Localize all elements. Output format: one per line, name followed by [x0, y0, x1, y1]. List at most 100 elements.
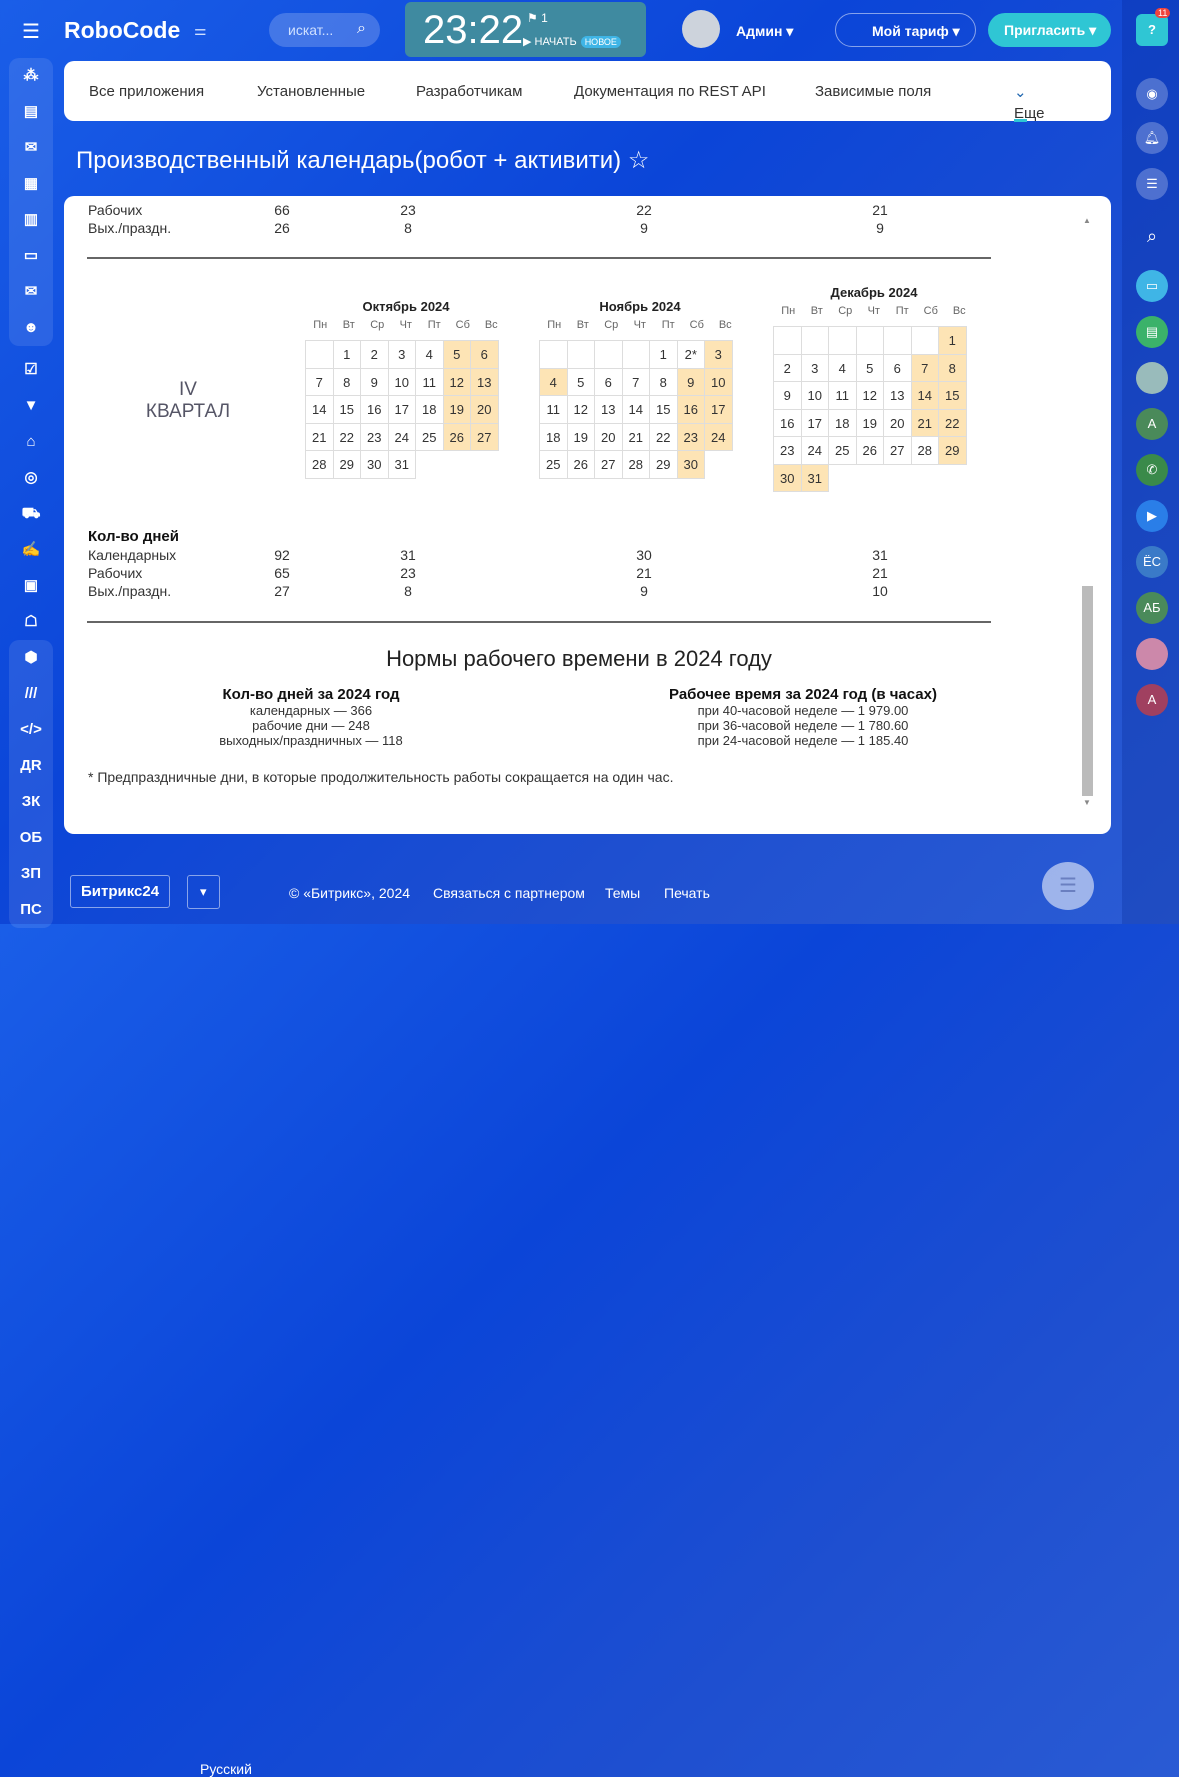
target-icon[interactable]: ◎	[9, 460, 53, 496]
user-avatar-ab[interactable]: АБ	[1136, 592, 1168, 624]
day-off-cell: 29	[938, 436, 967, 465]
norms-hours-title: Рабочее время за 2024 год (в часах)	[669, 686, 937, 703]
tab-more[interactable]: Еще ⌄	[1014, 83, 1045, 122]
invite-button[interactable]: Пригласить ▾	[988, 13, 1111, 47]
month-title: Ноябрь 2024	[599, 299, 681, 314]
workday-cell: 1	[649, 340, 678, 369]
workday-cell: 18	[415, 395, 444, 424]
scrollbar[interactable]: ▲ ▼	[1080, 216, 1094, 807]
empty-cell	[594, 340, 623, 369]
user-avatar-a[interactable]: А	[1136, 408, 1168, 440]
tariff-label: Мой тариф	[872, 23, 949, 39]
weekday-label: Вс	[484, 319, 498, 331]
logo[interactable]: RoboCode	[64, 17, 180, 44]
code-icon[interactable]: </>	[9, 712, 53, 748]
partner-link[interactable]: Связаться с партнером	[433, 885, 585, 901]
market-icon[interactable]: ///	[9, 676, 53, 712]
user-menu[interactable]: Админ ▾	[736, 23, 793, 40]
workday-cell: 3	[387, 340, 416, 369]
app-zk[interactable]: ЗК	[9, 784, 53, 820]
tasks-icon[interactable]: ☑	[9, 352, 53, 388]
scroll-up-icon[interactable]: ▲	[1083, 216, 1091, 225]
weekday-label: Пт	[895, 305, 909, 317]
app-ob[interactable]: ОБ	[9, 820, 53, 856]
notes-icon[interactable]: ▤	[1136, 316, 1168, 348]
day-off-cell: 19	[442, 395, 471, 424]
chat-icon[interactable]: ✉	[9, 130, 53, 166]
workday-cell: 18	[828, 408, 857, 437]
avatar[interactable]	[682, 10, 720, 48]
day-off-cell: 26	[442, 422, 471, 451]
workday-cell: 11	[828, 381, 857, 410]
workday-cell: 25	[539, 450, 568, 479]
workday-cell: 19	[566, 422, 595, 451]
norms-line: календарных — 366	[249, 703, 373, 718]
week-row: 28 29 30 31	[305, 450, 506, 479]
day-off-cell: 13	[470, 367, 499, 396]
tab-dependent-fields[interactable]: Зависимые поля	[815, 83, 931, 100]
docs-icon[interactable]: ▥	[9, 202, 53, 238]
empty-cell	[566, 340, 595, 369]
scroll-thumb[interactable]	[1082, 586, 1093, 796]
star-icon[interactable]: ☆	[628, 147, 650, 174]
language-select[interactable]: Русский ▾	[187, 875, 252, 1777]
print-link[interactable]: Печать	[664, 885, 710, 901]
user-photo-avatar[interactable]	[1136, 638, 1168, 670]
themes-link[interactable]: Темы	[605, 885, 640, 901]
day-off-cell: 10	[704, 367, 733, 396]
norms-line: рабочие дни — 248	[252, 718, 370, 733]
bitrix24-logo[interactable]: Битрикс24	[70, 875, 171, 908]
chat-icon[interactable]: ▭	[1136, 270, 1168, 302]
mail-icon[interactable]: ✉	[9, 274, 53, 310]
tariff-button[interactable]: Мой тариф ▾	[835, 13, 976, 47]
day-off-cell: 8	[938, 353, 967, 382]
box-icon[interactable]: ⬢	[9, 640, 53, 676]
user-avatar-a2[interactable]: А	[1136, 684, 1168, 716]
copilot-icon[interactable]: ◉	[1136, 78, 1168, 110]
groups-icon[interactable]: ☻	[9, 310, 53, 346]
quarter-number: IV	[179, 379, 197, 400]
help-icon[interactable]: ?	[1136, 14, 1168, 46]
user-avatar-yos[interactable]: ЁС	[1136, 546, 1168, 578]
phone-icon[interactable]: ✆	[1136, 454, 1168, 486]
bell-icon[interactable]: 🔔︎	[1136, 122, 1168, 154]
scroll-down-icon[interactable]: ▼	[1083, 798, 1091, 807]
video-icon[interactable]: ▶	[1136, 500, 1168, 532]
feed-icon[interactable]: ▤	[9, 94, 53, 130]
crm-icon[interactable]: ▼	[9, 388, 53, 424]
robot-icon[interactable]: ☖	[9, 604, 53, 640]
settings-icon[interactable]: ⚌	[194, 22, 207, 39]
workday-cell: 1	[332, 340, 361, 369]
clock-widget[interactable]: 23:22 ⚑ 1 ▶ НАЧАТЬ НОВОЕ	[405, 2, 646, 57]
tab-developers[interactable]: Разработчикам	[416, 83, 522, 100]
divider	[87, 621, 991, 623]
store-icon[interactable]: ⌂	[9, 424, 53, 460]
day-off-cell: 5	[442, 340, 471, 369]
contact-icon[interactable]: ▣	[9, 568, 53, 604]
menu-icon[interactable]: ☰	[22, 19, 40, 44]
app-ps[interactable]: ПС	[9, 892, 53, 928]
workday-cell: 18	[539, 422, 568, 451]
cart-icon[interactable]: ⛟	[9, 496, 53, 532]
calendar-icon[interactable]: ▦	[9, 166, 53, 202]
sites-icon[interactable]: ⁂	[9, 58, 53, 94]
month-calendar: Октябрь 2024 Пн Вт Ср Чт Пт Сб Вс 1 2 3 4 5 6 7 8 9 10 11 1…	[305, 299, 506, 479]
list-icon[interactable]: ☰	[1136, 168, 1168, 200]
week-row: 23 24 25 26 27 28 29	[773, 436, 974, 465]
app-dr[interactable]: ДR	[9, 748, 53, 784]
tab-installed[interactable]: Установленные	[257, 83, 365, 100]
sign-icon[interactable]: ✍	[9, 532, 53, 568]
tab-rest-docs[interactable]: Документация по REST API	[574, 83, 766, 100]
start-button[interactable]: ▶ НАЧАТЬ НОВОЕ	[523, 35, 621, 48]
search-icon[interactable]: ⌕	[1136, 220, 1168, 252]
tab-all-apps[interactable]: Все приложения	[89, 83, 204, 100]
group-avatar[interactable]	[1136, 362, 1168, 394]
drive-icon[interactable]: ▭	[9, 238, 53, 274]
row-value: 9	[640, 583, 648, 599]
page-title: Производственный календарь(робот + актив…	[76, 146, 649, 175]
search-input[interactable]: искат... ⌕	[269, 13, 380, 47]
chat-menu-button[interactable]: ☰	[1042, 862, 1094, 910]
week-row: 123456	[305, 340, 506, 369]
workday-cell: 28	[910, 436, 939, 465]
app-zp[interactable]: ЗП	[9, 856, 53, 892]
